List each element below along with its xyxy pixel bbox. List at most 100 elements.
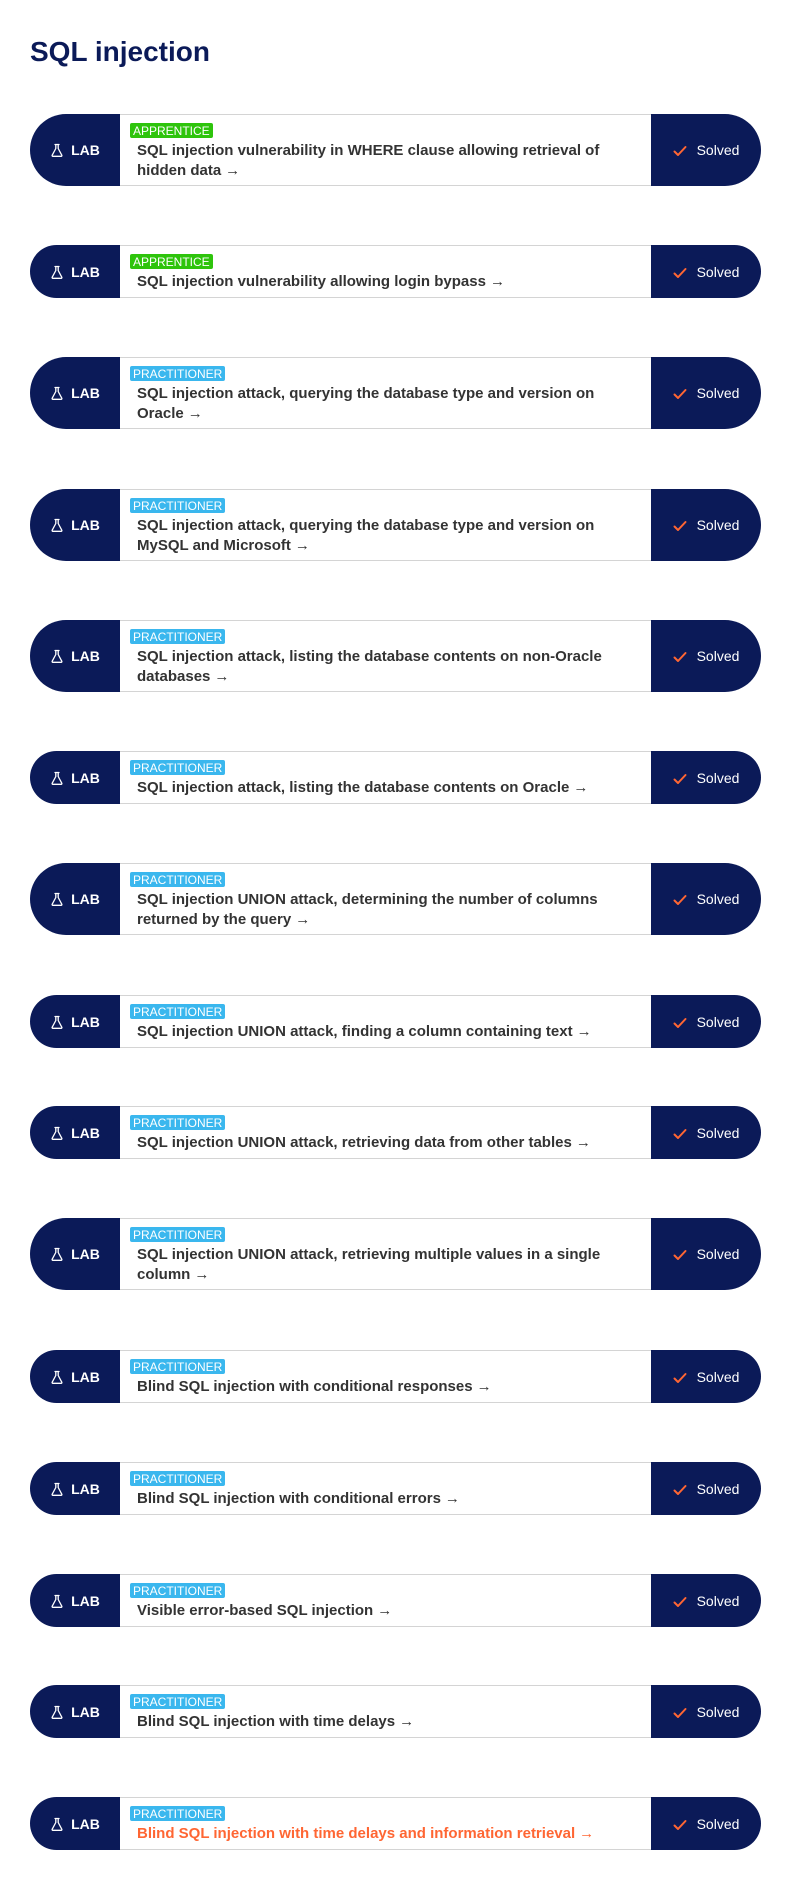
level-badge: PRACTITIONER: [130, 1471, 226, 1486]
lab-tag-label: LAB: [71, 1480, 100, 1497]
lab-row: LAB PRACTITIONER Blind SQL injection with …: [30, 1685, 761, 1738]
lab-row: LAB PRACTITIONER SQL injection UNION attac…: [30, 1218, 761, 1290]
lab-title-link[interactable]: SQL injection vulnerability allowing log…: [137, 272, 641, 292]
lab-body: PRACTITIONER SQL injection attack, queryi…: [120, 357, 651, 429]
lab-title-link[interactable]: SQL injection UNION attack, determining …: [137, 890, 641, 930]
lab-row: LAB PRACTITIONER SQL injection UNION attac…: [30, 995, 761, 1048]
lab-body: PRACTITIONER SQL injection UNION attack, …: [120, 863, 651, 935]
status-badge: Solved: [651, 1106, 761, 1159]
lab-row: LAB PRACTITIONER SQL injection attack, lis…: [30, 751, 761, 804]
status-label: Solved: [696, 891, 740, 907]
lab-title-link[interactable]: SQL injection vulnerability in WHERE cla…: [137, 141, 641, 181]
status-label: Solved: [696, 1703, 740, 1720]
lab-tag[interactable]: LAB: [30, 1106, 120, 1159]
lab-title-link[interactable]: SQL injection attack, querying the datab…: [137, 384, 641, 424]
arrow-right-icon: →: [194, 1266, 210, 1283]
lab-tag-label: LAB: [71, 517, 100, 533]
lab-body: PRACTITIONER SQL injection UNION attack, …: [120, 1218, 651, 1290]
lab-tag-label: LAB: [71, 385, 100, 401]
lab-tag-label: LAB: [71, 769, 100, 786]
lab-title-text: SQL injection UNION attack, determining …: [137, 891, 598, 928]
check-icon: [673, 1818, 687, 1830]
lab-tag-label: LAB: [71, 1592, 100, 1609]
lab-tag[interactable]: LAB: [30, 620, 120, 692]
status-badge: Solved: [651, 863, 761, 935]
lab-tag[interactable]: LAB: [30, 1797, 120, 1850]
lab-title-link[interactable]: Blind SQL injection with time delays →: [137, 1712, 641, 1732]
lab-title-link[interactable]: SQL injection UNION attack, retrieving d…: [137, 1133, 641, 1153]
flask-icon: [50, 771, 64, 785]
status-badge: Solved: [651, 1574, 761, 1627]
lab-tag[interactable]: LAB: [30, 1574, 120, 1627]
status-label: Solved: [696, 142, 740, 158]
level-badge: PRACTITIONER: [130, 1806, 226, 1821]
arrow-right-icon: →: [187, 405, 203, 422]
lab-title-link[interactable]: Visible error-based SQL injection →: [137, 1601, 641, 1621]
status-badge: Solved: [651, 1462, 761, 1515]
status-badge: Solved: [651, 114, 761, 186]
lab-title-link[interactable]: SQL injection UNION attack, retrieving m…: [137, 1245, 641, 1285]
lab-title-link[interactable]: SQL injection attack, listing the databa…: [137, 647, 641, 687]
lab-row: LAB APPRENTICE SQL injection vulnerability…: [30, 114, 761, 186]
arrow-right-icon: →: [489, 273, 505, 290]
lab-title-link[interactable]: Blind SQL injection with conditional res…: [137, 1377, 641, 1397]
check-icon: [673, 893, 687, 905]
lab-body: PRACTITIONER SQL injection UNION attack, …: [120, 1106, 651, 1159]
lab-body: PRACTITIONER Blind SQL injection with tim…: [120, 1797, 651, 1850]
lab-title-link[interactable]: Blind SQL injection with conditional err…: [137, 1489, 641, 1509]
lab-tag[interactable]: LAB: [30, 1350, 120, 1403]
flask-icon: [50, 1482, 64, 1496]
level-badge: PRACTITIONER: [130, 1004, 226, 1019]
lab-title-link[interactable]: SQL injection UNION attack, finding a co…: [137, 1022, 641, 1042]
lab-title-link[interactable]: SQL injection attack, querying the datab…: [137, 516, 641, 556]
lab-title-text: SQL injection attack, listing the databa…: [137, 648, 602, 685]
status-badge: Solved: [651, 995, 761, 1048]
lab-tag-label: LAB: [71, 648, 100, 664]
status-badge: Solved: [651, 357, 761, 429]
flask-icon: [50, 1817, 64, 1831]
lab-body: PRACTITIONER SQL injection attack, listin…: [120, 751, 651, 804]
lab-tag[interactable]: LAB: [30, 863, 120, 935]
lab-tag[interactable]: LAB: [30, 245, 120, 298]
level-badge: PRACTITIONER: [130, 760, 226, 775]
lab-title-text: Blind SQL injection with conditional err…: [137, 1490, 441, 1507]
flask-icon: [50, 1705, 64, 1719]
lab-row: LAB PRACTITIONER Visible error-based SQL i…: [30, 1574, 761, 1627]
lab-tag[interactable]: LAB: [30, 1685, 120, 1738]
lab-row: LAB PRACTITIONER Blind SQL injection with …: [30, 1462, 761, 1515]
lab-tag[interactable]: LAB: [30, 995, 120, 1048]
status-badge: Solved: [651, 1685, 761, 1738]
lab-tag[interactable]: LAB: [30, 357, 120, 429]
lab-title-text: SQL injection attack, querying the datab…: [137, 517, 595, 554]
level-badge: PRACTITIONER: [130, 872, 226, 887]
lab-tag[interactable]: LAB: [30, 751, 120, 804]
lab-tag[interactable]: LAB: [30, 1218, 120, 1290]
lab-title-link[interactable]: SQL injection attack, listing the databa…: [137, 778, 641, 798]
lab-title-text: SQL injection attack, listing the databa…: [137, 779, 570, 796]
arrow-right-icon: →: [575, 1134, 591, 1151]
lab-row: LAB PRACTITIONER Blind SQL injection with …: [30, 1350, 761, 1403]
lab-tag-label: LAB: [71, 1246, 100, 1262]
lab-row: LAB PRACTITIONER SQL injection attack, lis…: [30, 620, 761, 692]
lab-tag[interactable]: LAB: [30, 489, 120, 561]
arrow-right-icon: →: [225, 162, 241, 179]
arrow-right-icon: →: [294, 537, 310, 554]
lab-title-text: Blind SQL injection with time delays and…: [137, 1825, 576, 1842]
lab-body: PRACTITIONER SQL injection attack, listin…: [120, 620, 651, 692]
check-icon: [673, 650, 687, 662]
lab-tag-label: LAB: [71, 1815, 100, 1832]
status-label: Solved: [696, 1246, 740, 1262]
status-badge: Solved: [651, 245, 761, 298]
lab-body: PRACTITIONER Visible error-based SQL inje…: [120, 1574, 651, 1627]
lab-title-text: SQL injection vulnerability allowing log…: [137, 273, 486, 290]
level-badge: PRACTITIONER: [130, 498, 226, 513]
lab-tag[interactable]: LAB: [30, 114, 120, 186]
status-badge: Solved: [651, 1218, 761, 1290]
lab-tag[interactable]: LAB: [30, 1462, 120, 1515]
lab-title-link[interactable]: Blind SQL injection with time delays and…: [137, 1824, 641, 1844]
page-title: SQL injection: [30, 36, 210, 67]
arrow-right-icon: →: [579, 1825, 595, 1842]
status-label: Solved: [696, 648, 740, 664]
arrow-right-icon: →: [476, 1378, 492, 1395]
arrow-right-icon: →: [377, 1602, 393, 1619]
